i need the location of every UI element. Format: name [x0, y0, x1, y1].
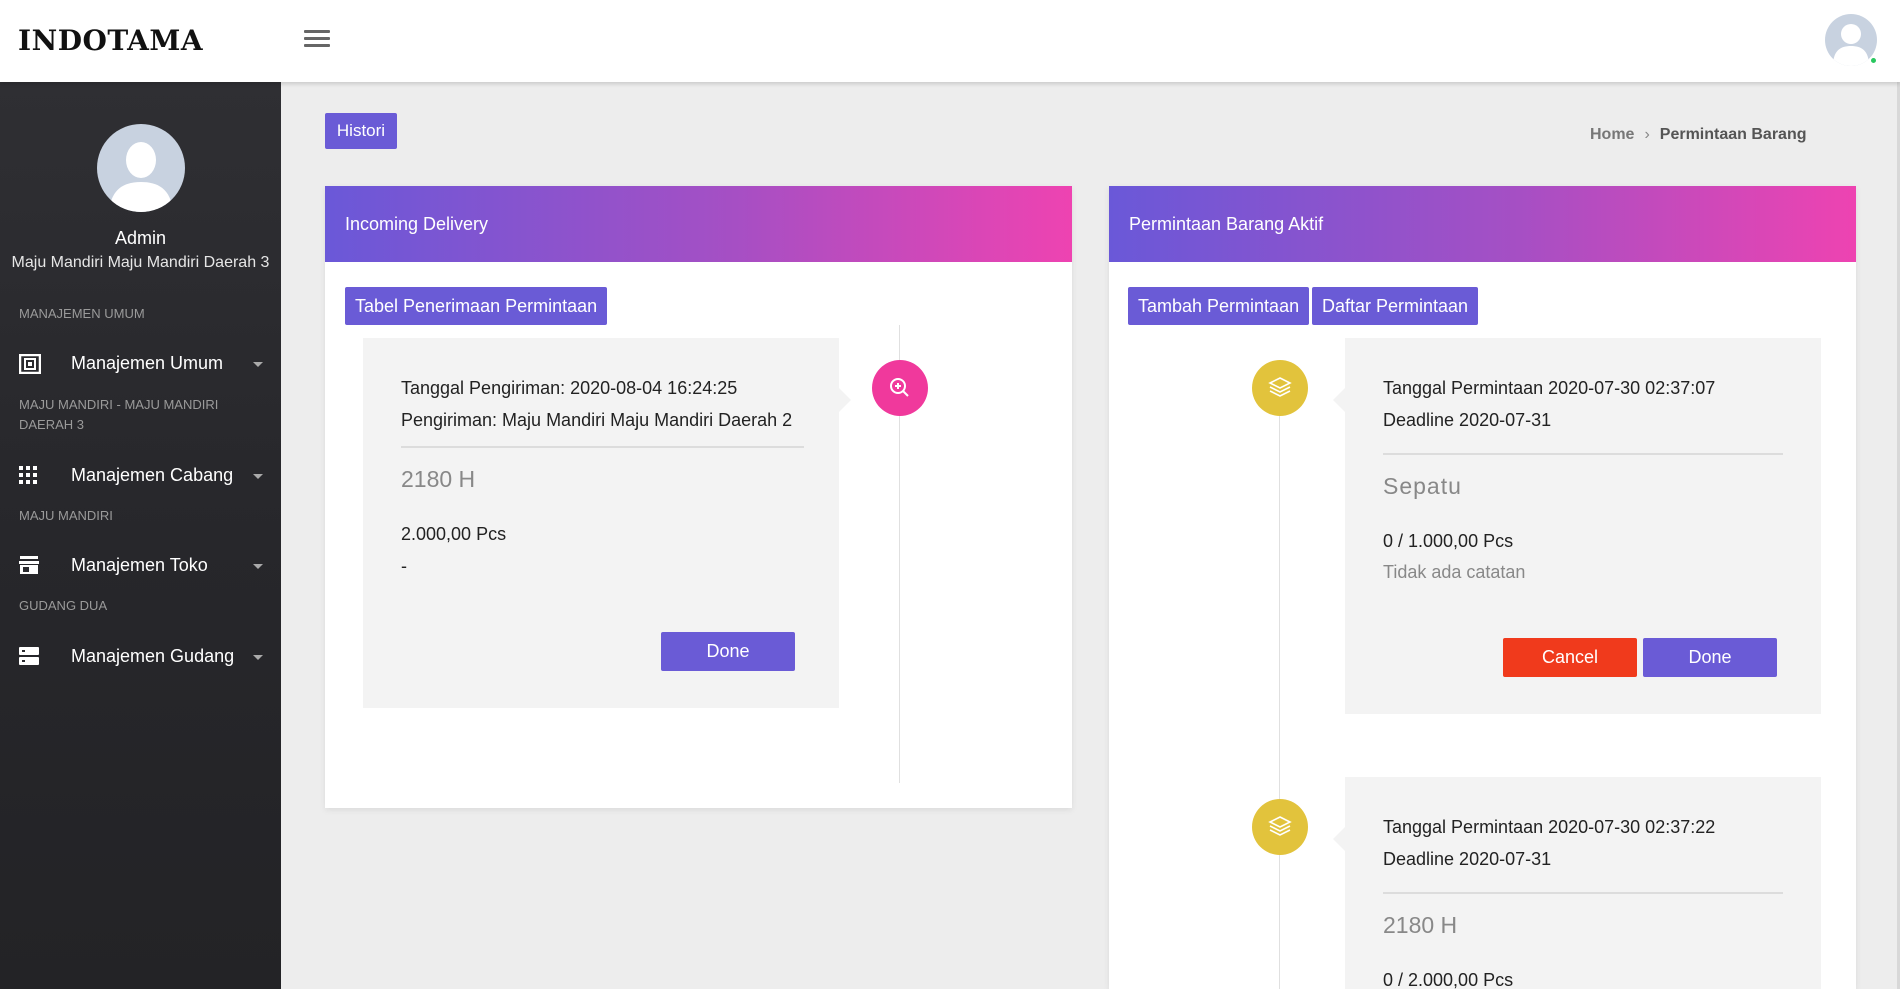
sidebar-item-manajemen-gudang[interactable]: Manajemen Gudang — [0, 637, 281, 677]
sidebar-section-label: MAJU MANDIRI - MAJU MANDIRI DAERAH 3 — [19, 397, 219, 432]
brand-logo[interactable]: INDOTAMA — [18, 24, 203, 57]
timeline-pointer — [839, 388, 851, 412]
sidebar-item-label: Manajemen Gudang — [71, 646, 235, 666]
breadcrumb-current: Permintaan Barang — [1659, 126, 1807, 143]
incoming-item-card: Tanggal Pengiriman: 2020-08-04 16:24:25 … — [363, 338, 839, 708]
daftar-permintaan-button[interactable]: Daftar Permintaan — [1312, 287, 1479, 325]
product-note: - — [401, 556, 407, 576]
request-item-card: Tanggal Permintaan 2020-07-30 02:37:07 D… — [1345, 338, 1821, 714]
tabel-penerimaan-button[interactable]: Tabel Penerimaan Permintaan — [345, 287, 608, 325]
card-title: Permintaan Barang Aktif — [1129, 214, 1324, 234]
breadcrumb-home[interactable]: Home — [1590, 126, 1634, 143]
chevron-right-icon: › — [1644, 126, 1650, 143]
done-button[interactable]: Done — [661, 632, 795, 671]
sidebar-item-label: Manajemen Toko — [71, 555, 208, 575]
card-header: Incoming Delivery — [325, 186, 1072, 262]
product-qty: 0 / 2.000,00 Pcs — [1383, 970, 1514, 989]
incoming-delivery-card: Incoming Delivery Tabel Penerimaan Permi… — [325, 186, 1072, 808]
chevron-down-icon — [253, 362, 263, 367]
product-note: Tidak ada catatan — [1383, 562, 1526, 582]
sidebar: Admin Maju Mandiri Maju Mandiri Daerah 3… — [0, 82, 281, 989]
sidebar-item-manajemen-toko[interactable]: Manajemen Toko — [0, 546, 281, 586]
shipping-date: Tanggal Pengiriman: 2020-08-04 16:24:25 — [401, 378, 738, 398]
shipping-sender: Pengiriman: Maju Mandiri Maju Mandiri Da… — [401, 410, 793, 430]
store-icon — [19, 556, 41, 576]
online-status-indicator — [1869, 56, 1878, 65]
layers-icon — [1252, 799, 1308, 855]
sidebar-item-label: Manajemen Umum — [71, 353, 224, 373]
product-name: 2180 H — [1383, 912, 1458, 938]
request-item-card: Tanggal Permintaan 2020-07-30 02:37:22 D… — [1345, 777, 1821, 989]
active-request-card: Permintaan Barang Aktif Tambah Permintaa… — [1109, 186, 1856, 989]
building-icon — [18, 353, 42, 375]
sidebar-user-name: Admin — [114, 228, 167, 248]
histori-button[interactable]: Histori — [325, 113, 397, 149]
card-title: Incoming Delivery — [345, 214, 489, 234]
chevron-down-icon — [253, 474, 263, 479]
sidebar-avatar — [97, 124, 185, 212]
divider — [1383, 453, 1783, 455]
sidebar-item-manajemen-cabang[interactable]: Manajemen Cabang — [0, 456, 281, 496]
breadcrumb: Home › Permintaan Barang — [1590, 126, 1807, 144]
divider — [401, 446, 804, 448]
hamburger-icon[interactable] — [304, 30, 330, 52]
tambah-permintaan-button[interactable]: Tambah Permintaan — [1128, 287, 1310, 325]
top-header: INDOTAMA — [0, 0, 1900, 82]
chevron-down-icon — [253, 564, 263, 569]
server-icon — [19, 647, 41, 667]
sidebar-section-label: GUDANG DUA — [19, 598, 108, 613]
layers-icon — [1252, 360, 1308, 416]
card-header: Permintaan Barang Aktif — [1109, 186, 1856, 262]
zoom-in-icon[interactable] — [872, 360, 928, 416]
request-deadline: Deadline 2020-07-31 — [1383, 410, 1552, 430]
request-date: Tanggal Permintaan 2020-07-30 02:37:22 — [1383, 817, 1716, 837]
chevron-down-icon — [253, 655, 263, 660]
timeline-pointer — [1333, 388, 1345, 412]
product-qty: 2.000,00 Pcs — [401, 524, 507, 544]
done-button[interactable]: Done — [1643, 638, 1777, 677]
sidebar-section-label: MANAJEMEN UMUM — [19, 306, 145, 321]
divider — [1383, 892, 1783, 894]
sidebar-item-label: Manajemen Cabang — [71, 465, 234, 485]
product-name: 2180 H — [401, 466, 476, 492]
product-name: Sepatu — [1383, 473, 1462, 499]
timeline-line — [1279, 368, 1280, 989]
sidebar-item-manajemen-umum[interactable]: Manajemen Umum — [0, 344, 281, 384]
request-date: Tanggal Permintaan 2020-07-30 02:37:07 — [1383, 378, 1716, 398]
product-qty: 0 / 1.000,00 Pcs — [1383, 531, 1514, 551]
sidebar-user-branch: Maju Mandiri Maju Mandiri Daerah 3 — [11, 254, 270, 271]
cancel-button[interactable]: Cancel — [1503, 638, 1637, 677]
sidebar-section-label: MAJU MANDIRI — [19, 508, 113, 523]
grid-icon — [19, 466, 41, 486]
timeline-pointer — [1333, 827, 1345, 851]
request-deadline: Deadline 2020-07-31 — [1383, 849, 1552, 869]
